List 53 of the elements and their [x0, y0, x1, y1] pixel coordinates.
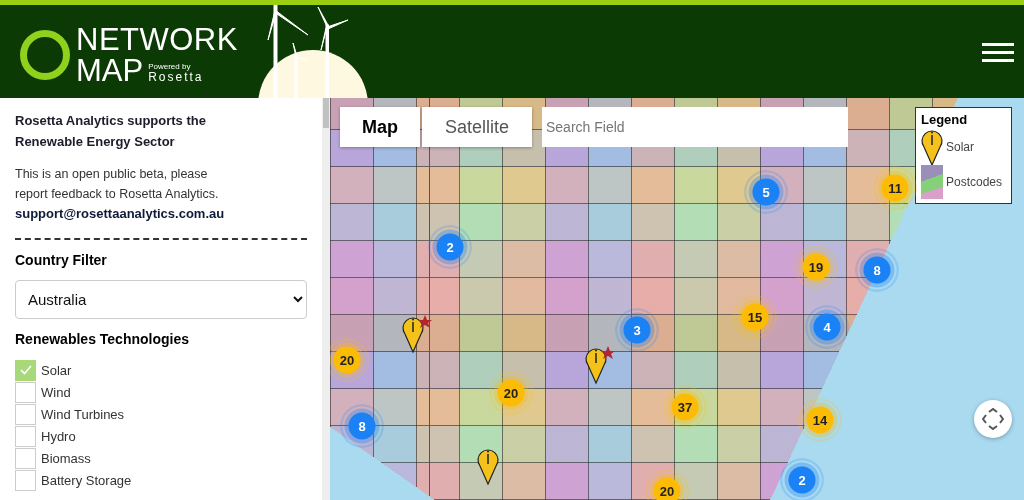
technologies-label: Renewables Technologies [15, 331, 190, 347]
intro-text: This is an open public beta, please report feedback to Rosetta Analytics. [15, 166, 220, 203]
support-email-link[interactable]: support@rosettaanalytics.com.au [15, 204, 307, 224]
checkbox-label: Wind [41, 384, 71, 400]
checkbox-label: Biomass [41, 450, 91, 466]
cluster-marker[interactable]: 5 [744, 170, 788, 214]
cluster-marker[interactable]: 20 [330, 338, 369, 382]
legend-label: Postcodes [946, 174, 1003, 189]
cluster-marker[interactable]: 19 [794, 245, 838, 289]
cluster-marker[interactable]: 11 [873, 166, 917, 210]
cluster-marker[interactable]: 3 [615, 308, 659, 352]
menu-icon[interactable] [982, 43, 1014, 63]
checkbox-label: Solar [41, 362, 72, 378]
cluster-marker[interactable]: 20 [645, 469, 689, 500]
map-type-tab[interactable]: Map [340, 107, 420, 147]
postcode-swatch-icon [921, 164, 943, 199]
cluster-marker[interactable]: 15 [733, 295, 777, 339]
sidebar-heading: Rosetta Analytics supports the Renewable Energy Sector [15, 112, 207, 151]
logo-title: NETWORK [76, 24, 238, 55]
brand-name: Rosetta [148, 71, 204, 83]
checkbox-label: Battery Storage [41, 472, 132, 488]
checkbox[interactable] [15, 425, 36, 447]
country-dropdown[interactable]: Australia [15, 280, 307, 319]
checkbox[interactable] [15, 359, 36, 381]
cluster-marker[interactable]: 4 [805, 305, 849, 349]
legend-label: Solar [946, 139, 974, 154]
cluster-marker[interactable]: 2 [780, 458, 824, 500]
legend-title: Legend [921, 112, 969, 127]
powered-by-text: Powered by [148, 63, 192, 71]
search-field[interactable]: Search Field [542, 107, 848, 147]
starred-pin-icon[interactable] [585, 345, 615, 385]
fullscreen-icon [982, 408, 1004, 430]
logo-title: MAP [76, 55, 144, 86]
map-type-tab[interactable]: Satellite [422, 107, 532, 147]
checkbox[interactable] [15, 403, 36, 425]
cluster-marker[interactable]: 2 [428, 225, 472, 269]
scrollbar[interactable] [322, 98, 330, 500]
fullscreen-button[interactable] [974, 400, 1012, 438]
cluster-marker[interactable]: 8 [855, 248, 899, 292]
cluster-marker[interactable]: 14 [798, 398, 842, 442]
checkbox[interactable] [15, 381, 36, 403]
logo-ring-icon [20, 30, 70, 80]
checkbox-label: Wind Turbines [41, 406, 125, 422]
checkbox[interactable] [15, 469, 36, 491]
cluster-marker[interactable]: 37 [663, 385, 707, 429]
starred-pin-icon[interactable] [402, 314, 432, 354]
cluster-marker[interactable]: 8 [340, 404, 384, 448]
checkmark-icon [19, 365, 32, 375]
checkbox-label: Hydro [41, 428, 76, 444]
solar-pin-icon[interactable] [477, 446, 499, 486]
checkbox[interactable] [15, 447, 36, 469]
country-filter-label: Country Filter [15, 252, 108, 268]
cluster-marker[interactable]: 20 [489, 371, 533, 415]
